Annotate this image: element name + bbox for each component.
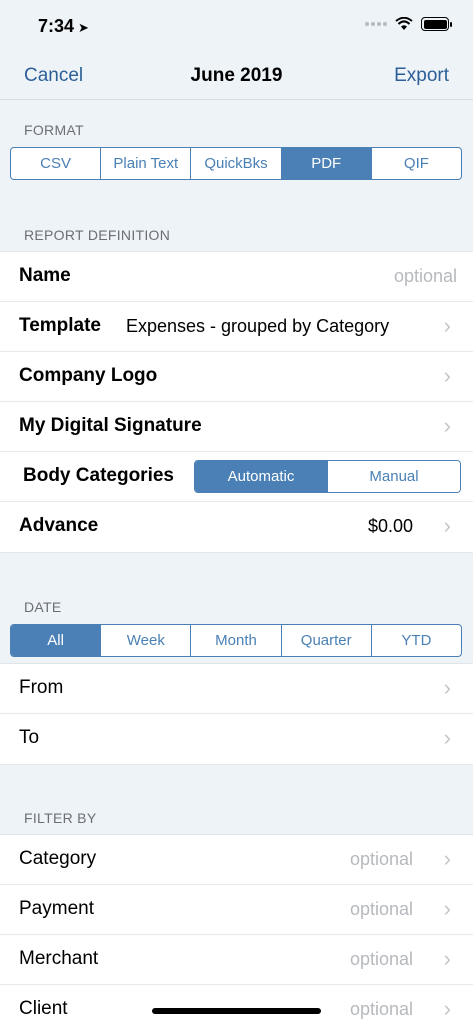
name-input[interactable]: optional (394, 266, 457, 287)
date-option-quarter[interactable]: Quarter (282, 625, 372, 656)
digital-signature-label: My Digital Signature (19, 415, 202, 436)
home-indicator[interactable] (152, 1008, 321, 1014)
name-label: Name (19, 265, 71, 286)
format-option-pdf[interactable]: PDF (281, 148, 372, 179)
format-option-qif[interactable]: QIF (372, 148, 461, 179)
template-label: Template (19, 315, 102, 336)
digital-signature-row[interactable]: My Digital Signature › (0, 402, 473, 452)
date-option-week[interactable]: Week (101, 625, 192, 656)
status-time: 7:34 ➤ (38, 16, 89, 36)
advance-label: Advance (19, 515, 99, 536)
format-section-header: FORMAT (24, 122, 84, 138)
from-label: From (19, 677, 64, 698)
category-row[interactable]: Category optional › (0, 835, 473, 885)
body-option-manual[interactable]: Manual (328, 461, 460, 492)
template-value: Expenses - grouped by Category (126, 316, 390, 336)
date-option-ytd[interactable]: YTD (372, 625, 461, 656)
format-option-quickbks[interactable]: QuickBks (191, 148, 282, 179)
name-row[interactable]: Name optional (0, 252, 473, 302)
chevron-right-icon: › (443, 725, 451, 750)
wifi-icon (395, 17, 413, 30)
body-categories-row: Body Categories Automatic Manual (0, 452, 473, 502)
payment-label: Payment (19, 898, 94, 919)
client-value: optional (349, 999, 413, 1019)
filter-section-header: FILTER BY (24, 810, 97, 826)
body-categories-label: Body Categories (23, 465, 174, 486)
report-definition-group: Name optional Template Expenses - groupe… (0, 251, 473, 553)
format-option-csv[interactable]: CSV (11, 148, 102, 179)
client-label: Client (19, 998, 68, 1019)
advance-value: $0.00 (367, 516, 413, 536)
body-option-automatic[interactable]: Automatic (195, 461, 328, 492)
date-range-group: From › To › (0, 663, 473, 765)
nav-bar: Cancel June 2019 Export (0, 50, 473, 100)
to-row[interactable]: To › (0, 714, 473, 764)
format-option-plain-text[interactable]: Plain Text (101, 148, 192, 179)
status-indicators (365, 17, 452, 31)
chevron-right-icon: › (443, 413, 451, 438)
chevron-right-icon: › (443, 996, 451, 1021)
format-segmented-control: CSV Plain Text QuickBks PDF QIF (10, 147, 462, 180)
chevron-right-icon: › (443, 513, 451, 538)
date-option-all[interactable]: All (11, 625, 102, 656)
from-row[interactable]: From › (0, 664, 473, 714)
merchant-row[interactable]: Merchant optional › (0, 935, 473, 985)
to-label: To (19, 727, 40, 748)
chevron-right-icon: › (443, 846, 451, 871)
category-label: Category (19, 848, 97, 869)
advance-row[interactable]: Advance $0.00 › (0, 502, 473, 552)
date-segmented-control: All Week Month Quarter YTD (10, 624, 462, 657)
template-row[interactable]: Template Expenses - grouped by Category … (0, 302, 473, 352)
signal-dots-icon (365, 22, 387, 26)
chevron-right-icon: › (443, 896, 451, 921)
chevron-right-icon: › (443, 946, 451, 971)
date-option-month[interactable]: Month (191, 625, 282, 656)
merchant-label: Merchant (19, 948, 99, 969)
chevron-right-icon: › (443, 363, 451, 388)
client-row[interactable]: Client optional › (0, 985, 473, 1024)
merchant-value: optional (349, 949, 413, 969)
location-arrow-icon: ➤ (78, 20, 89, 35)
report-section-header: REPORT DEFINITION (24, 227, 171, 243)
payment-row[interactable]: Payment optional › (0, 885, 473, 935)
body-categories-segmented-control: Automatic Manual (194, 460, 461, 493)
payment-value: optional (349, 899, 413, 919)
battery-icon (421, 17, 452, 31)
company-logo-label: Company Logo (19, 365, 158, 386)
filter-group: Category optional › Payment optional › M… (0, 834, 473, 1024)
chevron-right-icon: › (443, 675, 451, 700)
status-bar: 7:34 ➤ (0, 0, 473, 50)
category-value: optional (349, 849, 413, 869)
export-button[interactable]: Export (394, 65, 449, 87)
date-section-header: DATE (24, 599, 62, 615)
chevron-right-icon: › (443, 313, 451, 338)
company-logo-row[interactable]: Company Logo › (0, 352, 473, 402)
